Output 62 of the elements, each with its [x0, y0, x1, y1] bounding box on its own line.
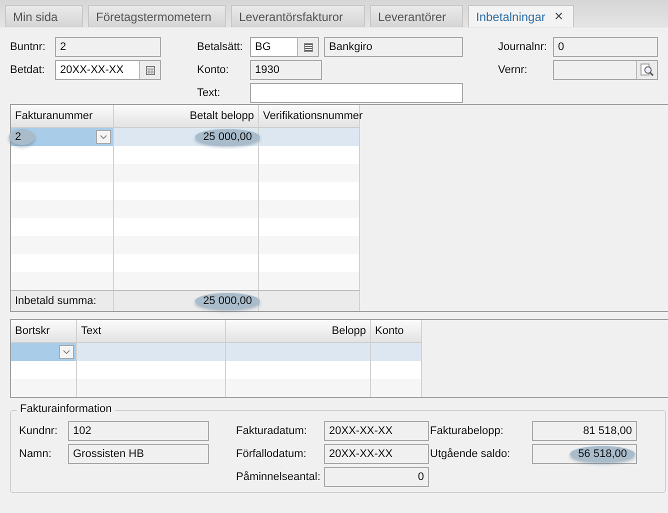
- input-field[interactable]: 20XX-XX-XX: [324, 444, 429, 464]
- input-field[interactable]: 102: [68, 421, 209, 441]
- field-label: Utgående saldo:: [430, 448, 512, 460]
- input-field[interactable]: 81 518,00: [532, 421, 637, 441]
- field-label: Förfallodatum:: [236, 448, 308, 460]
- input-field[interactable]: 0: [324, 467, 429, 487]
- field-label: Journalnr:: [498, 41, 548, 53]
- input-field[interactable]: 56 518,00: [532, 444, 637, 464]
- field-label: Kundnr:: [19, 425, 59, 437]
- column-header[interactable]: Belopp: [226, 320, 371, 342]
- group-title: Fakturainformation: [17, 403, 115, 415]
- calendar-icon[interactable]: [139, 61, 160, 79]
- field-label: Namn:: [19, 448, 52, 460]
- field-label: Vernr:: [498, 64, 528, 76]
- field-label: Betdat:: [10, 64, 46, 76]
- table-cell: 25 000,00: [195, 129, 260, 145]
- tab[interactable]: Leverantörsfakturor: [231, 5, 365, 27]
- caret-icon: [100, 135, 107, 139]
- field-value: 56 518,00: [570, 446, 635, 462]
- column-header[interactable]: Konto: [371, 320, 422, 342]
- total-value: 25 000,00: [195, 293, 260, 309]
- field-label: Text:: [197, 87, 222, 99]
- field-label: Betalsätt:: [197, 41, 244, 53]
- input-field[interactable]: BG: [250, 37, 319, 57]
- input-field[interactable]: Bankgiro: [324, 37, 463, 57]
- input-field[interactable]: 1930: [250, 60, 322, 80]
- list-icon[interactable]: [297, 38, 318, 56]
- table-cell: 2: [9, 129, 36, 145]
- total-label: Inbetald summa:: [15, 295, 96, 307]
- field-value: 20XX-XX-XX: [329, 448, 393, 460]
- close-icon[interactable]: ×: [554, 9, 564, 24]
- input-field[interactable]: Grossisten HB: [68, 444, 209, 464]
- field-label: Fakturabelopp:: [430, 425, 504, 437]
- field-value: 0: [418, 471, 424, 483]
- column-header[interactable]: Fakturanummer: [11, 105, 114, 127]
- column-header[interactable]: Verifikationsnummer: [259, 105, 360, 127]
- search-icon[interactable]: [636, 61, 657, 79]
- column-header[interactable]: Betalt belopp: [114, 105, 259, 127]
- tab[interactable]: Inbetalningar ×: [468, 5, 574, 27]
- column-header[interactable]: Text: [77, 320, 226, 342]
- field-label: Fakturadatum:: [236, 425, 308, 437]
- caret-icon: [63, 350, 70, 354]
- field-value: 20XX-XX-XX: [329, 425, 393, 437]
- field-value: Grossisten HB: [73, 448, 144, 460]
- tab[interactable]: Min sida: [5, 5, 83, 27]
- input-field[interactable]: 2: [55, 37, 161, 57]
- dropdown-button[interactable]: [59, 345, 74, 359]
- input-field[interactable]: 20XX-XX-XX: [324, 421, 429, 441]
- field-value: 81 518,00: [583, 425, 632, 437]
- input-field[interactable]: [553, 60, 658, 80]
- dropdown-button[interactable]: [96, 130, 111, 144]
- tab[interactable]: Företagstermometern: [88, 5, 226, 27]
- field-value: 102: [73, 425, 92, 437]
- field-label: Konto:: [197, 64, 230, 76]
- input-field[interactable]: 20XX-XX-XX: [55, 60, 161, 80]
- column-header[interactable]: Bortskr: [11, 320, 77, 342]
- field-label: Buntnr:: [10, 41, 46, 53]
- field-label: Påminnelseantal:: [236, 471, 322, 483]
- tab[interactable]: Leverantörer: [370, 5, 463, 27]
- input-field[interactable]: [250, 83, 463, 103]
- input-field[interactable]: 0: [553, 37, 658, 57]
- table-row[interactable]: 2 25 000,00: [11, 128, 360, 146]
